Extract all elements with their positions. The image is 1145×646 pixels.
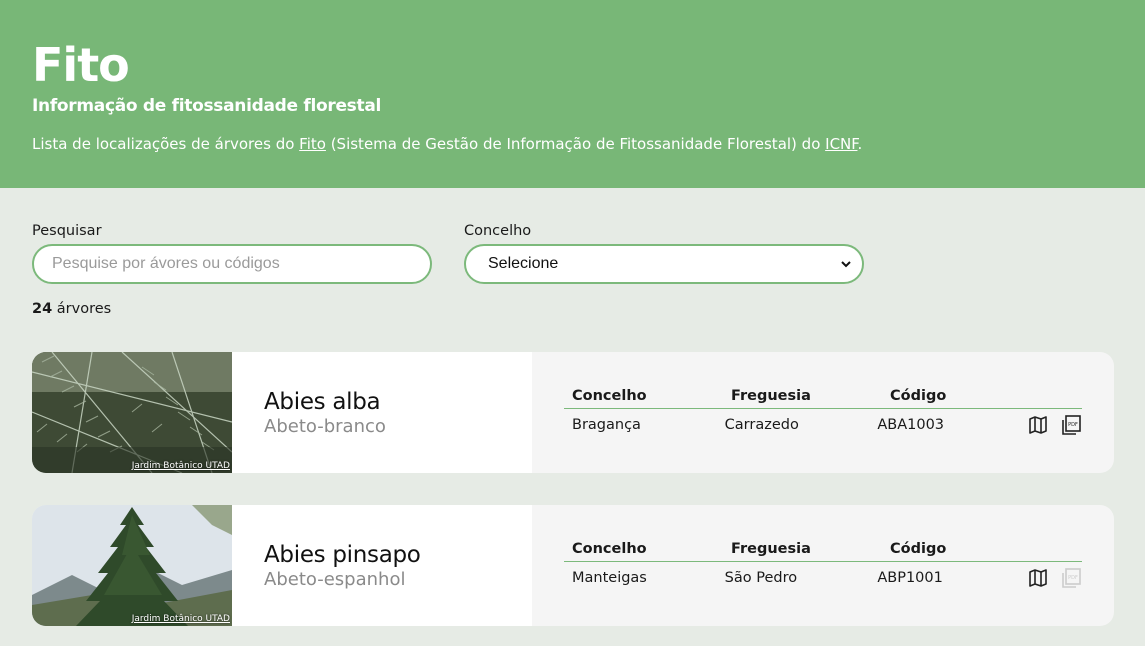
tree-parish: Carrazedo	[724, 417, 799, 433]
pdf-icon: PDF	[1062, 568, 1081, 588]
search-label: Pesquisar	[32, 223, 102, 239]
table-header: Concelho Freguesia Código	[564, 539, 1082, 562]
tree-actions: PDF	[1022, 414, 1082, 436]
table-row: Bragança Carrazedo ABA1003 PDF	[564, 409, 1082, 441]
county-field: Concelho Selecione	[464, 222, 864, 284]
county-label: Concelho	[464, 223, 532, 239]
map-icon[interactable]	[1028, 415, 1048, 435]
page-description: Lista de localizações de árvores do Fito…	[32, 132, 1113, 156]
fir-branch-photo	[32, 352, 232, 473]
tree-scientific-name: Abies alba	[264, 388, 381, 415]
results-count-number: 24	[32, 301, 53, 317]
tree-card[interactable]: Jardim Botânico UTAD Abies alba Abeto-br…	[32, 352, 1114, 473]
column-header-code: Código	[890, 388, 947, 404]
fir-tree-photo	[32, 505, 232, 626]
page-header: Fito Informação de fitossanidade florest…	[0, 0, 1145, 188]
tree-common-name: Abeto-espanhol	[264, 568, 406, 590]
tree-photo: Jardim Botânico UTAD	[32, 505, 232, 626]
table-header: Concelho Freguesia Código	[564, 386, 1082, 409]
tree-info-table: Concelho Freguesia Código Manteigas São …	[564, 539, 1082, 594]
column-header-code: Código	[890, 541, 947, 557]
county-selected-value: Selecione	[488, 255, 559, 272]
results-count-label: árvores	[52, 301, 112, 317]
search-placeholder: Pesquise por ávores ou códigos	[52, 255, 280, 272]
tree-names: Abies alba Abeto-branco	[232, 352, 532, 473]
column-header-parish: Freguesia	[731, 388, 811, 404]
description-text: (Sistema de Gestão de Informação de Fito…	[325, 135, 826, 153]
tree-scientific-name: Abies pinsapo	[264, 541, 421, 568]
column-header-county: Concelho	[572, 541, 647, 557]
description-text: Lista de localizações de árvores do	[32, 135, 300, 153]
column-header-parish: Freguesia	[731, 541, 811, 557]
tree-actions: PDF	[1022, 567, 1082, 589]
tree-parish: São Pedro	[724, 570, 798, 586]
description-text: .	[857, 135, 863, 153]
pdf-icon[interactable]: PDF	[1060, 414, 1082, 436]
icnf-link[interactable]: ICNF	[825, 135, 857, 153]
map-icon[interactable]	[1028, 568, 1048, 588]
fito-link[interactable]: Fito	[299, 135, 326, 153]
svg-text:PDF: PDF	[1068, 422, 1078, 428]
column-header-county: Concelho	[572, 388, 647, 404]
tree-county: Bragança	[572, 417, 641, 433]
tree-info: Concelho Freguesia Código Bragança Carra…	[532, 352, 1114, 473]
chevron-down-icon	[841, 261, 851, 268]
svg-text:PDF: PDF	[1068, 575, 1078, 581]
search-input[interactable]: Pesquise por ávores ou códigos	[32, 244, 432, 284]
search-field: Pesquisar Pesquise por ávores ou códigos	[32, 222, 432, 284]
page-subtitle: Informação de fitossanidade florestal	[32, 96, 382, 116]
tree-names: Abies pinsapo Abeto-espanhol	[232, 505, 532, 626]
table-row: Manteigas São Pedro ABP1001 PDF	[564, 562, 1082, 594]
county-select[interactable]: Selecione	[464, 244, 864, 284]
tree-code: ABA1003	[877, 417, 945, 433]
results-count: 24 árvores	[32, 300, 111, 318]
tree-code: ABP1001	[877, 570, 943, 586]
photo-credit-link[interactable]: Jardim Botânico UTAD	[132, 461, 230, 472]
page-title: Fito	[32, 38, 130, 92]
filters: Pesquisar Pesquise por ávores ou códigos…	[0, 188, 1145, 288]
tree-card[interactable]: Jardim Botânico UTAD Abies pinsapo Abeto…	[32, 505, 1114, 626]
tree-county: Manteigas	[572, 570, 647, 586]
tree-common-name: Abeto-branco	[264, 415, 386, 437]
tree-info: Concelho Freguesia Código Manteigas São …	[532, 505, 1114, 626]
tree-info-table: Concelho Freguesia Código Bragança Carra…	[564, 386, 1082, 441]
tree-photo: Jardim Botânico UTAD	[32, 352, 232, 473]
photo-credit-link[interactable]: Jardim Botânico UTAD	[132, 614, 230, 625]
